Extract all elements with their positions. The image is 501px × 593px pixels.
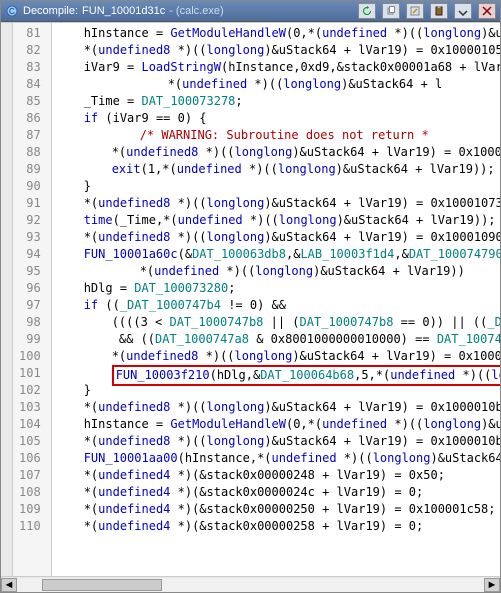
code-line[interactable]: *(undefined4 *)(&stack0x0000024c + lVar1… xyxy=(56,484,500,501)
code-line[interactable]: *(undefined8 *)((longlong)&uStack64 + lV… xyxy=(56,144,500,161)
code-line[interactable]: *(undefined8 *)((longlong)&uStack64 + lV… xyxy=(56,433,500,450)
code-line[interactable]: *(undefined4 *)(&stack0x00000250 + lVar1… xyxy=(56,501,500,518)
copy-button[interactable] xyxy=(382,3,400,19)
line-number: 106 xyxy=(19,450,41,467)
highlighted-call[interactable]: FUN_10003f210(hDlg,&DAT_100064b68,5,*(un… xyxy=(112,365,500,386)
code-line[interactable]: ((((3 < DAT_1000747b8 || (DAT_1000747b8 … xyxy=(56,314,500,331)
code-scroll[interactable]: 8182838485868788899091929394959697989910… xyxy=(13,23,500,576)
close-button[interactable] xyxy=(478,3,496,19)
line-number: 110 xyxy=(19,518,41,535)
scroll-track[interactable] xyxy=(17,578,484,592)
title-suffix: - (calc.exe) xyxy=(169,5,223,17)
line-number: 96 xyxy=(19,280,41,297)
line-number: 103 xyxy=(19,399,41,416)
code-body[interactable]: hInstance = GetModuleHandleW(0,*(undefin… xyxy=(52,23,500,576)
line-number: 109 xyxy=(19,501,41,518)
line-number: 92 xyxy=(19,212,41,229)
horizontal-scrollbar[interactable]: ◄ ► xyxy=(1,576,500,592)
line-number: 101 xyxy=(19,365,41,382)
line-number: 86 xyxy=(19,110,41,127)
code-line[interactable]: *(undefined *)((longlong)&uStack64 + lVa… xyxy=(56,263,500,280)
scroll-left-button[interactable]: ◄ xyxy=(1,578,17,592)
code-area: 8182838485868788899091929394959697989910… xyxy=(1,22,500,576)
line-number: 83 xyxy=(19,59,41,76)
line-number: 93 xyxy=(19,229,41,246)
line-number: 87 xyxy=(19,127,41,144)
line-number: 108 xyxy=(19,484,41,501)
line-number: 88 xyxy=(19,144,41,161)
code-line[interactable]: iVar9 = LoadStringW(hInstance,0xd9,&stac… xyxy=(56,59,500,76)
code-line[interactable]: exit(1,*(undefined *)((longlong)&uStack6… xyxy=(56,161,500,178)
code-line[interactable]: _Time = DAT_100073278; xyxy=(56,93,500,110)
line-number: 89 xyxy=(19,161,41,178)
code-line[interactable]: hDlg = DAT_100073280; xyxy=(56,280,500,297)
scroll-thumb[interactable] xyxy=(42,579,162,591)
code-line[interactable]: *(undefined8 *)((longlong)&uStack64 + lV… xyxy=(56,42,500,59)
line-number: 95 xyxy=(19,263,41,280)
code-line[interactable]: hInstance = GetModuleHandleW(0,*(undefin… xyxy=(56,25,500,42)
gutter xyxy=(1,23,13,576)
code-line[interactable]: FUN_10001aa00(hInstance,*(undefined *)((… xyxy=(56,450,500,467)
decompile-icon: C xyxy=(5,4,19,18)
code-line[interactable]: *(undefined *)((longlong)&uStack64 + l xyxy=(56,76,500,93)
title-function: FUN_10001d31c xyxy=(82,5,165,17)
code-line[interactable]: hInstance = GetModuleHandleW(0,*(undefin… xyxy=(56,416,500,433)
code-line[interactable]: FUN_10003f210(hDlg,&DAT_100064b68,5,*(un… xyxy=(56,365,500,382)
line-number: 97 xyxy=(19,297,41,314)
code-line[interactable]: *(undefined8 *)((longlong)&uStack64 + lV… xyxy=(56,195,500,212)
line-number: 91 xyxy=(19,195,41,212)
scroll-right-button[interactable]: ► xyxy=(484,578,500,592)
line-numbers: 8182838485868788899091929394959697989910… xyxy=(13,23,52,576)
line-number: 85 xyxy=(19,93,41,110)
code-line[interactable]: *(undefined4 *)(&stack0x00000258 + lVar1… xyxy=(56,518,500,535)
code-line[interactable]: FUN_10001a60c(&DAT_100063db8,&LAB_10003f… xyxy=(56,246,500,263)
code-line[interactable]: *(undefined4 *)(&stack0x00000248 + lVar1… xyxy=(56,467,500,484)
edit-button[interactable] xyxy=(406,3,424,19)
code-line[interactable]: } xyxy=(56,178,500,195)
code-line[interactable]: if ((_DAT_1000747b4 != 0) && xyxy=(56,297,500,314)
line-number: 98 xyxy=(19,314,41,331)
line-number: 82 xyxy=(19,42,41,59)
code-line[interactable]: time(_Time,*(undefined *)((longlong)&uSt… xyxy=(56,212,500,229)
code-line[interactable]: *(undefined8 *)((longlong)&uStack64 + lV… xyxy=(56,399,500,416)
line-number: 94 xyxy=(19,246,41,263)
minimize-button[interactable] xyxy=(454,3,472,19)
titlebar: C Decompile: FUN_10001d31c - (calc.exe) xyxy=(1,1,500,22)
code-line[interactable]: *(undefined8 *)((longlong)&uStack64 + lV… xyxy=(56,229,500,246)
paste-button[interactable] xyxy=(430,3,448,19)
line-number: 100 xyxy=(19,348,41,365)
line-number: 99 xyxy=(19,331,41,348)
line-number: 104 xyxy=(19,416,41,433)
line-number: 105 xyxy=(19,433,41,450)
line-number: 90 xyxy=(19,178,41,195)
refresh-button[interactable] xyxy=(358,3,376,19)
line-number: 107 xyxy=(19,467,41,484)
code-line[interactable]: /* WARNING: Subroutine does not return * xyxy=(56,127,500,144)
svg-text:C: C xyxy=(9,7,15,16)
line-number: 102 xyxy=(19,382,41,399)
line-number: 81 xyxy=(19,25,41,42)
line-number: 84 xyxy=(19,76,41,93)
title-prefix: Decompile: xyxy=(23,5,78,17)
code-line[interactable]: if (iVar9 == 0) { xyxy=(56,110,500,127)
code-line[interactable]: && ((DAT_1000747a8 & 0x8001000000010000)… xyxy=(56,331,500,348)
code-line[interactable]: *(undefined8 *)((longlong)&uStack64 + lV… xyxy=(56,348,500,365)
